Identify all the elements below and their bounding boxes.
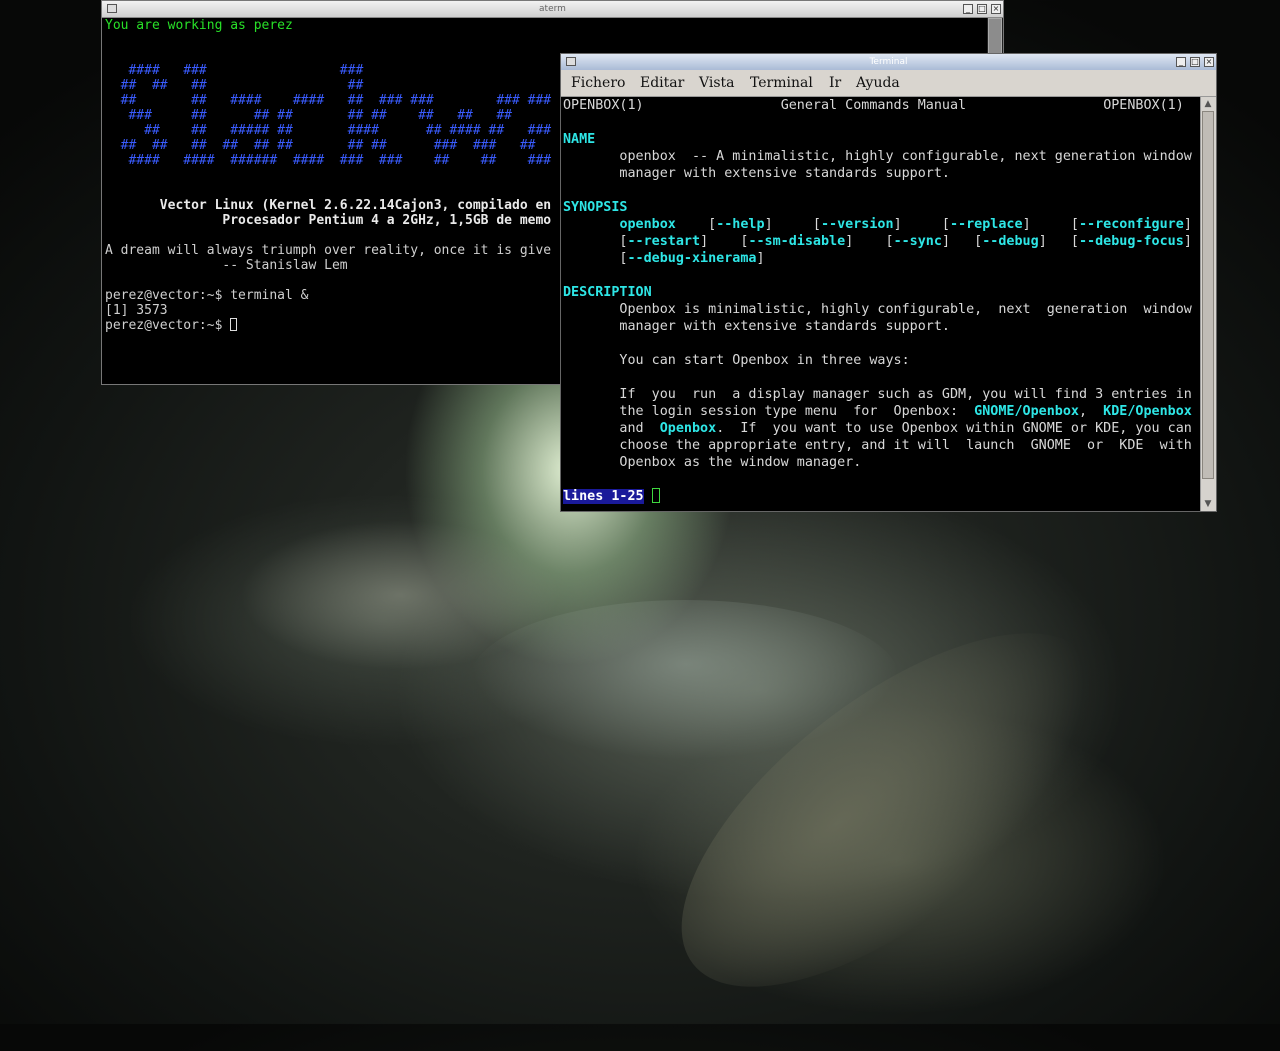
window-menu-icon[interactable] <box>107 4 117 13</box>
menu-vista[interactable]: Vista <box>699 75 735 91</box>
synopsis-command: openbox <box>619 217 676 232</box>
ascii-logo-line: ## ## ## ## ## ## ## ## ### ### ## <box>105 138 536 153</box>
maximize-button[interactable]: □ <box>1190 57 1200 67</box>
ascii-logo-line: ## ## ## ## <box>105 78 364 93</box>
section-heading: SYNOPSIS <box>563 200 628 215</box>
ascii-logo-line: ## ## ##### ## #### ## #### ## ### <box>105 123 552 138</box>
aterm-title: aterm <box>539 4 566 14</box>
terminal-titlebar[interactable]: Terminal _ □ × <box>561 54 1216 71</box>
section-heading: NAME <box>563 132 596 147</box>
pager-status: lines 1-25 <box>563 489 644 504</box>
close-button[interactable]: × <box>991 4 1001 14</box>
minimize-button[interactable]: _ <box>963 4 973 14</box>
maximize-button[interactable]: □ <box>977 4 987 14</box>
text-cursor <box>230 318 238 331</box>
cpu-info-line: Procesador Pentium 4 a 2GHz, 1,5GB de me… <box>105 213 552 228</box>
terminal-scrollbar[interactable]: ▲ ▼ <box>1200 97 1216 511</box>
menu-ayuda[interactable]: Ayuda <box>856 75 900 91</box>
text-cursor <box>651 488 660 503</box>
man-page-output[interactable]: OPENBOX(1) General Commands Manual OPENB… <box>563 97 1199 511</box>
welcome-line: You are working as perez <box>105 18 293 33</box>
man-header: OPENBOX(1) General Commands Manual OPENB… <box>563 98 1184 113</box>
section-heading: DESCRIPTION <box>563 285 652 300</box>
menu-terminal[interactable]: Terminal <box>750 75 813 91</box>
terminal-title: Terminal <box>869 57 908 67</box>
ascii-logo-line: ## ## #### #### ## ### ### ### ### <box>105 93 552 108</box>
minimize-button[interactable]: _ <box>1176 57 1186 67</box>
ascii-logo-line: ### ## ## ## ## ## ## ## ## <box>105 108 512 123</box>
quote-author-line: -- Stanislaw Lem <box>105 258 348 273</box>
scroll-down-icon[interactable]: ▼ <box>1202 498 1214 510</box>
wallpaper-pool <box>470 600 900 760</box>
aterm-scroll-thumb[interactable] <box>988 18 1002 54</box>
terminal-window[interactable]: Terminal _ □ × Fichero Editar Vista Term… <box>560 53 1217 512</box>
menu-fichero[interactable]: Fichero <box>571 75 625 91</box>
ascii-logo-line: #### ### ### <box>105 63 364 78</box>
window-menu-icon[interactable] <box>566 57 576 66</box>
ascii-logo-line: #### #### ###### #### ### ### ## ## ### <box>105 153 552 168</box>
close-button[interactable]: × <box>1204 57 1214 67</box>
prompt-line: perez@vector:~$ <box>105 318 231 333</box>
menu-editar[interactable]: Editar <box>640 75 684 91</box>
aterm-titlebar[interactable]: aterm _ □ × <box>102 1 1003 18</box>
scroll-up-icon[interactable]: ▲ <box>1202 98 1214 110</box>
terminal-scroll-thumb[interactable] <box>1202 111 1214 479</box>
job-line: [1] 3573 <box>105 303 168 318</box>
quote-line: A dream will always triumph over reality… <box>105 243 552 258</box>
menu-ir[interactable]: Ir <box>829 75 841 91</box>
menu-bar: Fichero Editar Vista Terminal Ir Ayuda <box>561 70 1216 97</box>
command-line: perez@vector:~$ terminal & <box>105 288 309 303</box>
kernel-info-line: Vector Linux (Kernel 2.6.22.14Cajon3, co… <box>105 198 552 213</box>
